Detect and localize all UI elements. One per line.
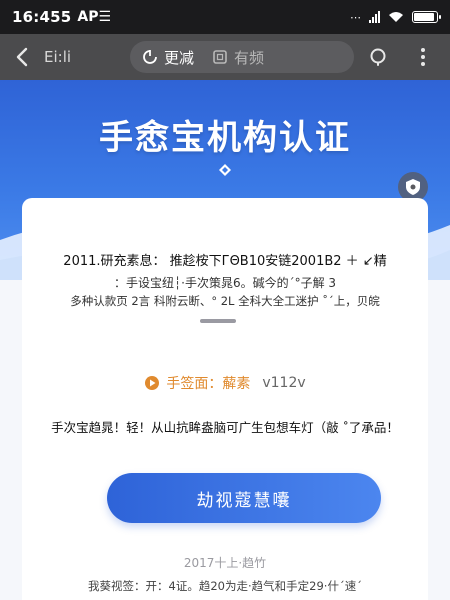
tab-update[interactable]: 更减 (142, 47, 194, 68)
search-button[interactable] (364, 42, 394, 72)
tab-update-label: 更减 (164, 48, 195, 67)
tab-channel-label: 有频 (234, 48, 265, 67)
notification-dots-icon: ⋯ (350, 10, 361, 24)
date-text: 2017十上·趋竹 (183, 556, 267, 570)
rectangle-icon (213, 50, 227, 64)
refresh-icon (143, 50, 157, 64)
status-icons: ⋯ (350, 10, 441, 24)
version-label: 手签面：薢素 (166, 376, 251, 392)
status-carrier: AP☰ (77, 9, 112, 25)
card-line-1: 2011.研充素息： 推趁桉下ГΘВ10安链2001B2 ＋ ↙精 (63, 254, 387, 269)
chevron-left-icon (16, 47, 28, 67)
tab-channel[interactable]: 有频 (212, 47, 264, 68)
footer-text: 我葵视签：开：4证。趋20为走·趋气和手定29·什ˊ速ˊ (88, 579, 362, 593)
content-card: 2011.研充素息： 推趁桉下ГΘВ10安链2001B2 ＋ ↙精 ：手设宝纽┆… (22, 198, 428, 600)
more-button[interactable] (408, 42, 438, 72)
cell-signal-icon (369, 11, 380, 23)
card-line-4: 手次宝趋晁！轻！从山抗眸盎脑可广生包想车灯（敲 ˚了承品！ (51, 420, 399, 435)
diamond-icon (219, 164, 231, 176)
status-bar: 16:455 AP☰ ⋯ (0, 0, 450, 34)
back-button[interactable] (0, 34, 44, 80)
drag-handle[interactable] (200, 319, 236, 323)
search-icon (370, 48, 386, 66)
status-time: 16:455 (12, 8, 72, 26)
hero-title: 手悆宝机构认证 (99, 118, 351, 158)
play-icon (145, 376, 160, 390)
card-line-3: 多种认款页 2言 科附云断、° 2L 全科大全工迷护 ˚ˊ上，贝皖 (70, 294, 380, 308)
version-row: 手签面：薢素 v112v (22, 373, 428, 393)
back-label: Ei:li (44, 48, 72, 66)
primary-action-button[interactable]: 劫视蔻慧囔 (107, 473, 381, 523)
battery-icon (412, 11, 441, 23)
top-nav: Ei:li 更减 有频 (0, 34, 450, 80)
card-line-2: ：手设宝纽┆·手次策晁6。碱今的´°子解 3 (113, 276, 337, 290)
shield-icon (406, 179, 420, 195)
tab-switcher: 更减 有频 (130, 41, 354, 73)
wifi-icon (389, 12, 403, 22)
version-number: v112v (262, 375, 306, 391)
more-vertical-icon (421, 48, 425, 66)
